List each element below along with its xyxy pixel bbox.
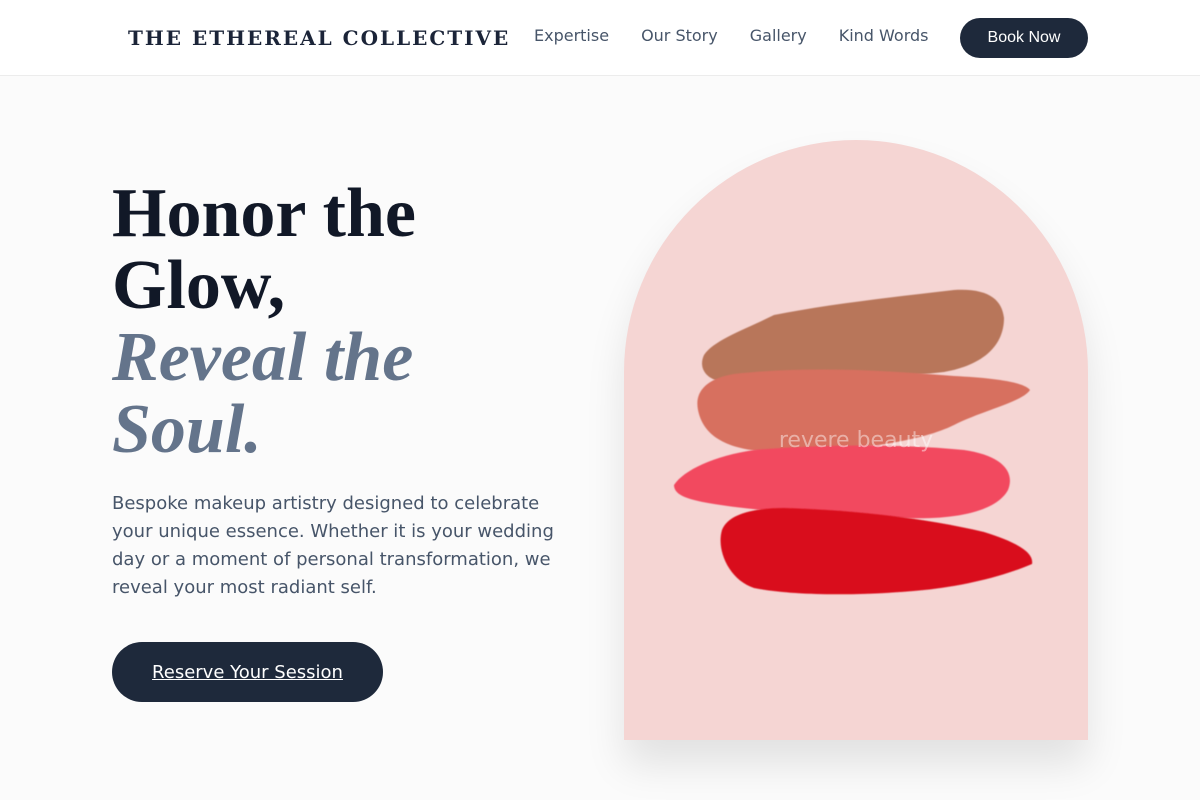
swatch-red — [720, 508, 1033, 595]
nav-link-gallery[interactable]: Gallery — [750, 26, 807, 45]
hero-title: Honor the Glow, Reveal the Soul. — [112, 178, 572, 466]
hero-title-line-3: Reveal the — [112, 319, 414, 396]
brand-logo[interactable]: THE ETHEREAL COLLECTIVE — [128, 26, 510, 50]
hero-title-line-1: Honor the — [112, 175, 416, 252]
nav-link-expertise[interactable]: Expertise — [534, 26, 609, 45]
nav-link-our-story[interactable]: Our Story — [641, 26, 718, 45]
hero-title-line-2: Glow, — [112, 247, 286, 324]
top-nav-bar: THE ETHEREAL COLLECTIVE Expertise Our St… — [0, 0, 1200, 76]
image-watermark: revere beauty — [778, 428, 934, 453]
hero-title-line-4: Soul. — [112, 391, 262, 468]
nav-link-kind-words[interactable]: Kind Words — [839, 26, 929, 45]
swatch-nude — [702, 289, 1004, 382]
book-now-button[interactable]: Book Now — [960, 18, 1088, 58]
hero-description: Bespoke makeup artistry designed to cele… — [112, 493, 554, 598]
main-nav: Expertise Our Story Gallery Kind Words — [534, 26, 929, 45]
hero-image-arch: revere beauty — [624, 140, 1088, 740]
reserve-session-button[interactable]: Reserve Your Session — [112, 642, 383, 702]
swatch-pink — [674, 445, 1010, 519]
